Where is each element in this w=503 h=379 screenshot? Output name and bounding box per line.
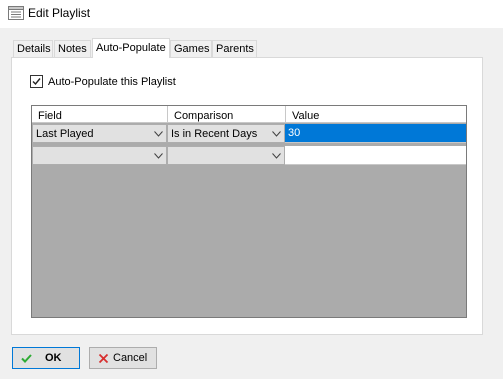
tab-games[interactable]: Games	[170, 40, 212, 57]
tab-label: Notes	[58, 43, 87, 55]
title-bar: Edit Playlist	[0, 0, 503, 28]
checkmark-icon	[32, 78, 41, 86]
column-header-field[interactable]: Field	[32, 106, 168, 123]
cancel-button[interactable]: Cancel	[89, 347, 157, 369]
chevron-down-icon	[154, 131, 163, 137]
close-icon	[98, 353, 109, 364]
ok-button-label: OK	[45, 352, 62, 364]
window-title: Edit Playlist	[28, 6, 91, 20]
playlist-window-icon	[8, 6, 24, 20]
tab-label: Parents	[216, 43, 254, 55]
tab-label: Auto-Populate	[96, 42, 166, 54]
auto-populate-label: Auto-Populate this Playlist	[48, 76, 176, 88]
chevron-down-icon	[154, 153, 163, 159]
tab-label: Games	[174, 43, 210, 55]
column-header-label: Comparison	[174, 110, 234, 122]
column-header-value[interactable]: Value	[286, 106, 466, 123]
tab-label: Details	[17, 43, 51, 55]
auto-populate-grid[interactable]: Field Comparison Value Last Played Is in…	[31, 105, 467, 318]
field-select-value: Last Played	[36, 128, 94, 140]
ok-button[interactable]: OK	[12, 347, 80, 369]
tab-auto-populate[interactable]: Auto-Populate	[92, 38, 170, 58]
comparison-select-value: Is in Recent Days	[171, 128, 258, 140]
tab-details[interactable]: Details	[13, 40, 53, 57]
auto-populate-checkbox[interactable]	[30, 75, 43, 88]
tab-parents[interactable]: Parents	[212, 40, 257, 57]
column-header-label: Value	[292, 110, 320, 122]
field-select[interactable]: Last Played	[32, 124, 167, 143]
chevron-down-icon	[272, 153, 281, 159]
comparison-select[interactable]: Is in Recent Days	[167, 124, 285, 143]
column-header-label: Field	[38, 110, 62, 122]
value-cell[interactable]	[285, 146, 466, 165]
cancel-button-label: Cancel	[113, 352, 148, 364]
field-select[interactable]	[32, 146, 167, 165]
chevron-down-icon	[272, 131, 281, 137]
tab-notes[interactable]: Notes	[54, 40, 91, 57]
comparison-select[interactable]	[167, 146, 285, 165]
checkmark-icon	[21, 354, 32, 363]
value-cell[interactable]: 30	[285, 124, 466, 143]
column-header-comparison[interactable]: Comparison	[168, 106, 286, 123]
value-cell-text: 30	[288, 127, 301, 139]
